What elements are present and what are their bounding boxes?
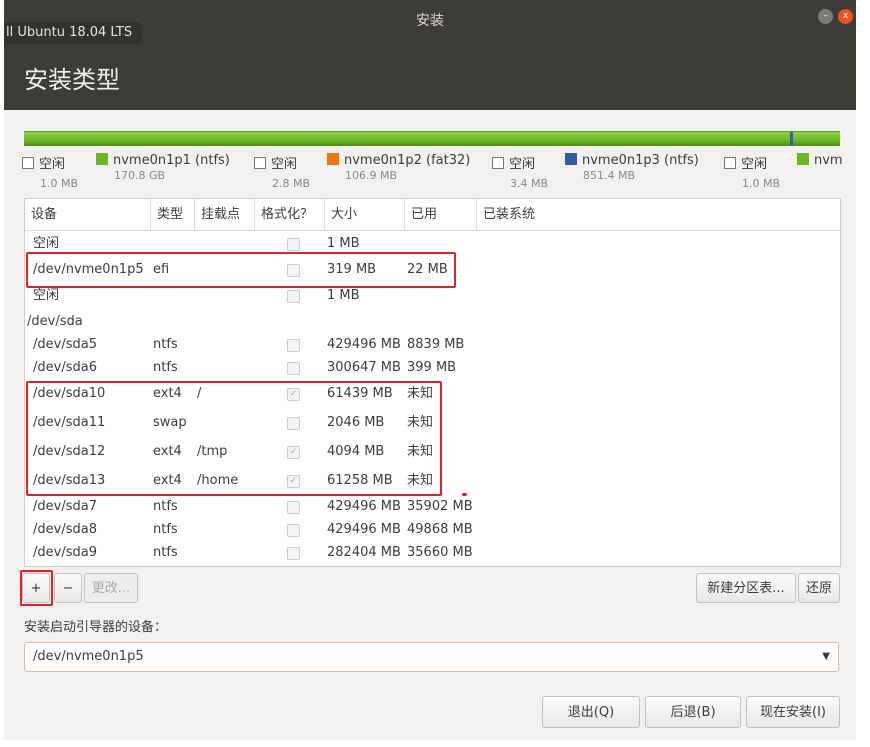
legend-label: nvme0n1p2 (fat32) [344,153,471,168]
install-now-button[interactable]: 现在安装(I) [746,696,840,728]
legend-size: 3.4 MB [510,177,549,190]
legend-size: 1.0 MB [742,177,781,190]
format-checkbox[interactable] [287,339,300,352]
cell-device: /dev/sda5 [33,337,97,352]
format-checkbox[interactable] [287,524,300,537]
table-row[interactable]: /dev/sda [25,311,840,333]
quit-button[interactable]: 退出(Q) [542,696,640,728]
cell-device: 空闲 [33,288,60,303]
cell-type: ntfs [153,337,178,352]
cell-device: /dev/sda7 [33,499,97,514]
legend-item: 空闲 2.8 MB [254,153,310,190]
back-button[interactable]: 后退(B) [645,696,741,728]
tooltip: ll Ubuntu 18.04 LTS [4,22,143,44]
col-size[interactable]: 大小 [325,199,405,231]
legend-size: 851.4 MB [583,169,636,182]
cell-size: 300647 MB [327,360,401,375]
cell-used: 399 MB [407,360,457,375]
legend-label: nvme0n1p3 (ntfs) [582,153,699,168]
partition-bar [24,131,840,146]
cell-used: 35660 MB [407,545,473,560]
legend-label: nvm [814,153,843,168]
installer-window: 安装 ll Ubuntu 18.04 LTS 安装类型 – x 空闲 1.0 MB… [4,0,856,740]
col-used[interactable]: 已用 [405,199,477,231]
table-row[interactable]: /dev/sda6 ntfs 300647 MB 399 MB [25,357,840,379]
highlight-box [26,381,442,496]
legend-item: nvme0n1p2 (fat32) 106.9 MB [327,153,471,182]
cell-size: 1 MB [327,288,360,303]
legend-swatch [327,153,339,165]
legend-item: nvme0n1p3 (ntfs) 851.4 MB [565,153,699,182]
close-icon[interactable]: x [838,9,853,24]
format-checkbox[interactable] [287,362,300,375]
change-partition-button[interactable]: 更改... [84,573,138,603]
legend-item: 空闲 3.4 MB [492,153,548,190]
revert-button[interactable]: 还原 [798,573,840,603]
header: 安装 ll Ubuntu 18.04 LTS 安装类型 – x [4,0,856,110]
legend-size: 106.9 MB [345,169,398,182]
legend-label: 空闲 [39,157,66,172]
legend-swatch [492,157,504,169]
table-row[interactable]: /dev/sda9 ntfs 282404 MB 35660 MB [25,542,840,564]
format-checkbox[interactable] [287,238,300,251]
cell-size: 429496 MB [327,499,401,514]
cell-type: ntfs [153,522,178,537]
col-device[interactable]: 设备 [25,199,151,231]
legend-swatch [724,157,736,169]
cell-type: ntfs [153,545,178,560]
cell-size: 429496 MB [327,522,401,537]
table-row[interactable]: /dev/sda8 ntfs 429496 MB 49868 MB [25,519,840,541]
legend-size: 1.0 MB [40,177,79,190]
legend-swatch [254,157,266,169]
cell-device: /dev/sda6 [33,360,97,375]
cell-device: /dev/sda9 [33,545,97,560]
table-row[interactable]: 空闲 1 MB [25,285,840,307]
legend-size: 2.8 MB [272,177,311,190]
legend-label: 空闲 [509,157,536,172]
minimize-icon[interactable]: – [818,9,833,24]
legend-swatch [96,153,108,165]
cell-used: 49868 MB [407,522,473,537]
cell-used: 8839 MB [407,337,465,352]
red-mark [462,493,467,496]
bootloader-device-select[interactable]: /dev/nvme0n1p5 ▼ [24,642,839,672]
table-row[interactable]: /dev/sda5 ntfs 429496 MB 8839 MB [25,334,840,356]
cell-size: 429496 MB [327,337,401,352]
cell-used: 35902 MB [407,499,473,514]
legend-label: 空闲 [271,157,298,172]
col-os[interactable]: 已装系统 [477,199,840,231]
dropdown-arrow-icon: ▼ [822,651,830,662]
legend-item: nvm83.9 [797,153,847,168]
legend-swatch [797,153,809,165]
format-checkbox[interactable] [287,290,300,303]
highlight-box [20,570,53,606]
legend-item: 空闲 1.0 MB [724,153,780,190]
format-checkbox[interactable] [287,501,300,514]
new-partition-table-button[interactable]: 新建分区表... [696,573,796,603]
legend-size: 170.8 GB [114,169,166,182]
cell-type: ntfs [153,360,178,375]
cell-device: /dev/sda8 [33,522,97,537]
cell-type: ntfs [153,499,178,514]
col-format[interactable]: 格式化？ [255,199,325,231]
remove-partition-button[interactable]: − [54,573,82,603]
partition-segment [790,132,793,146]
highlight-box [26,252,456,288]
legend-swatch [22,157,34,169]
page-title: 安装类型 [24,66,120,94]
format-checkbox[interactable] [287,547,300,560]
legend-item: 空闲 1.0 MB [22,153,78,190]
cell-size: 282404 MB [327,545,401,560]
col-mount[interactable]: 挂载点 [195,199,255,231]
legend-label: nvme0n1p1 (ntfs) [113,153,230,168]
legend-swatch [565,153,577,165]
table-row[interactable]: /dev/sda7 ntfs 429496 MB 35902 MB [25,496,840,518]
bootloader-label: 安装启动引导器的设备： [24,620,168,635]
cell-device: /dev/sda [27,314,83,329]
legend-item: nvme0n1p1 (ntfs) 170.8 GB [96,153,230,182]
bootloader-value: /dev/nvme0n1p5 [33,649,144,664]
legend-label: 空闲 [741,157,768,172]
col-type[interactable]: 类型 [151,199,195,231]
